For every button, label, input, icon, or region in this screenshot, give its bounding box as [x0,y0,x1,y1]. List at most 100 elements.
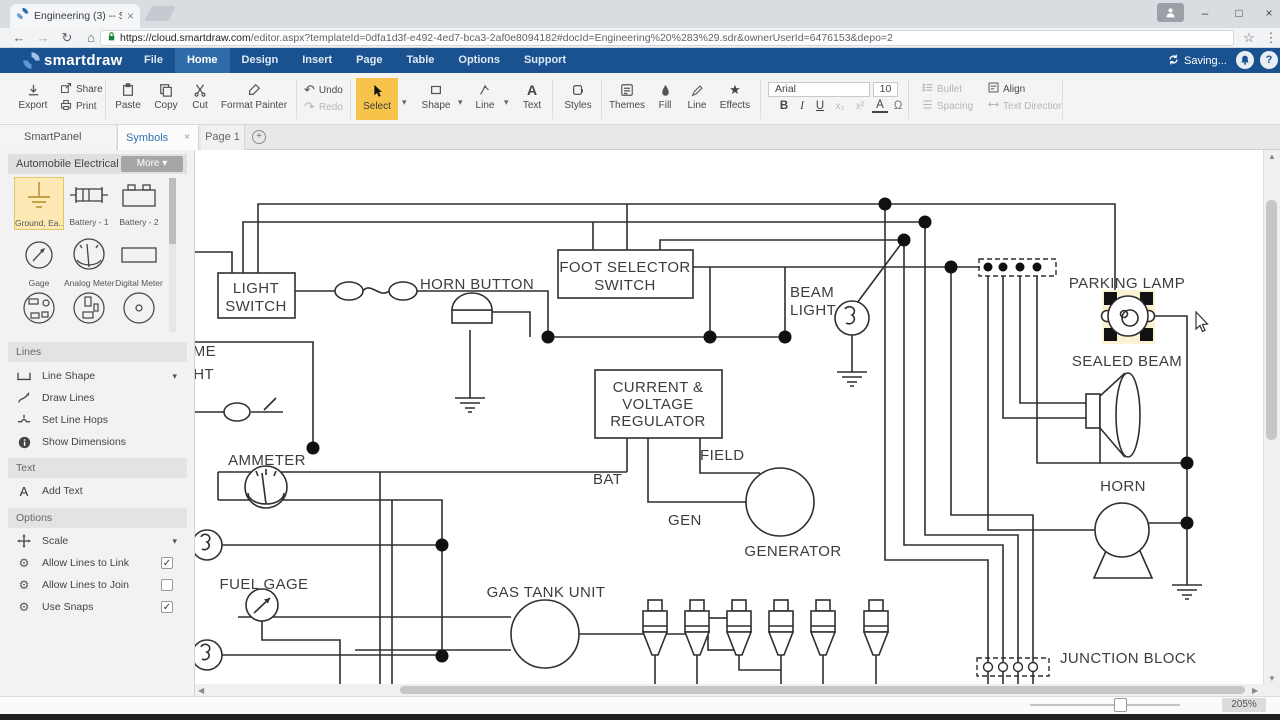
font-size-input[interactable]: 10 [873,82,898,97]
ground-symbol[interactable] [837,372,867,386]
label-gas-tank[interactable]: GAS TANK UNIT [487,584,606,601]
shape-fuel-gage[interactable] [246,589,278,621]
scale-dropdown-icon[interactable]: ▾ [172,536,177,547]
line-tool-button[interactable]: Line [468,80,502,111]
label-gen[interactable]: GEN [668,512,702,529]
tab-symbols-close-icon[interactable]: × [184,132,190,143]
label-ammeter[interactable]: AMMETER [228,452,306,469]
subscript-button[interactable]: x₂ [832,99,848,114]
label-junction-block[interactable]: JUNCTION BLOCK [1060,650,1196,667]
paste-button[interactable]: Paste [108,80,148,111]
checkbox-allow-lines-join[interactable] [161,579,173,591]
share-button[interactable]: Share [60,82,103,97]
ground-symbol[interactable] [1172,585,1202,599]
canvas-hscrollbar-thumb[interactable] [400,686,1245,694]
svg-text:REGULATOR[interactable]: REGULATOR [610,413,706,430]
cut-button[interactable]: Cut [184,80,216,111]
menu-home[interactable]: Home [175,48,230,73]
line-style-button[interactable]: Line [680,80,714,111]
avatar[interactable] [1157,3,1184,22]
bullet-button[interactable]: Bullet [922,82,962,96]
label-field[interactable]: FIELD [700,447,745,464]
shape-sealed-beam[interactable] [1086,373,1140,457]
font-color-button[interactable]: A [872,99,888,113]
italic-button[interactable]: I [794,99,810,114]
menu-options[interactable]: Options [446,48,512,73]
add-page-icon[interactable]: + [252,130,266,144]
back-icon[interactable]: ← [8,28,30,48]
undo-button[interactable]: ↶ Undo [304,82,343,98]
home-icon[interactable]: ⌂ [80,28,102,48]
symbol-scrollbar[interactable] [169,178,176,332]
panel-item-line-shape[interactable]: Line Shape ▾ [8,365,187,387]
panel-item-scale[interactable]: Scale ▾ [8,530,187,552]
symbol-battery-1[interactable]: Battery - 1 [64,179,114,227]
browser-tab[interactable]: Engineering (3) -- Smart × [10,4,140,28]
refresh-icon[interactable]: ↻ [56,28,78,48]
label-foot-selector[interactable]: FOOT SELECTOR [559,259,690,276]
underline-button[interactable]: U [812,99,828,114]
zoom-slider-handle[interactable] [1114,698,1127,712]
effects-button[interactable]: ★ Effects [714,80,756,111]
symbol-digital-meter[interactable]: Digital Meter [114,238,164,288]
redo-button[interactable]: ↷ Redo [304,99,343,115]
canvas-vscrollbar-thumb[interactable] [1266,200,1277,440]
text-direction-button[interactable]: Text Direction [988,99,1064,113]
svg-text:GHT[interactable]: GHT [195,366,214,383]
svg-text:LIGHT[interactable]: LIGHT [790,302,836,319]
copy-button[interactable]: Copy [148,80,184,111]
symbol-gage[interactable]: Gage [14,238,64,288]
label-fuel-gage[interactable]: FUEL GAGE [220,576,309,593]
label-light-switch[interactable]: LIGHT [233,280,279,297]
minimize-button[interactable]: – [1190,0,1220,26]
panel-item-draw-lines[interactable]: Draw Lines [8,387,187,409]
symbol-distributor-1[interactable] [14,290,64,331]
browser-menu-icon[interactable]: ⋮ [1260,28,1280,48]
export-button[interactable]: Export [10,80,56,111]
shape-dome-light-lamp[interactable] [195,403,250,670]
svg-text:VOLTAGE[interactable]: VOLTAGE [622,396,693,413]
symbol-battery-2[interactable]: Battery - 2 [114,179,164,227]
styles-button[interactable]: Styles [558,80,598,111]
format-painter-button[interactable]: Format Painter [216,80,292,111]
shape-parking-lamp-selected[interactable] [1102,290,1156,344]
maximize-button[interactable]: □ [1224,0,1254,26]
label-regulator[interactable]: CURRENT & [613,379,704,396]
shape-gas-tank[interactable] [511,600,579,668]
panel-item-set-line-hops[interactable]: Set Line Hops [8,409,187,431]
scroll-up-icon[interactable]: ▲ [1268,152,1276,161]
symbol-distributor-2[interactable] [64,290,114,331]
help-icon[interactable]: ? [1260,51,1278,69]
symbol-coil[interactable] [114,290,164,331]
font-name-input[interactable]: Arial [768,82,870,97]
shape-horn-button[interactable] [452,293,492,323]
shape-ammeter[interactable] [245,466,287,508]
menu-table[interactable]: Table [394,48,446,73]
checkbox-allow-lines-link[interactable]: ✓ [161,557,173,569]
address-bar[interactable]: https://cloud.smartdraw.com/editor.aspx?… [100,30,1234,46]
shape-horn[interactable] [1094,503,1152,578]
panel-item-add-text[interactable]: A Add Text [8,480,187,502]
label-horn-button[interactable]: HORN BUTTON [420,276,534,293]
tab-close-icon[interactable]: × [127,9,134,23]
symbol-analog-meter[interactable]: Analog Meter [64,236,114,288]
fill-button[interactable]: Fill [648,80,682,111]
shape-generator[interactable] [746,468,814,536]
spacing-button[interactable]: Spacing [922,99,973,113]
panel-item-show-dimensions[interactable]: Show Dimensions [8,431,187,453]
tab-smartpanel[interactable]: SmartPanel [0,125,116,150]
label-bat[interactable]: BAT [593,471,622,488]
print-button[interactable]: Print [60,99,97,114]
drawing-canvas[interactable]: LIGHT SWITCH HORN BUTTON FOOT SELECTOR S… [195,150,1263,684]
symbol-ground[interactable]: Ground, Ea... [14,177,64,230]
label-horn[interactable]: HORN [1100,478,1146,495]
menu-design[interactable]: Design [230,48,291,73]
more-symbols-button[interactable]: More ▾ [121,156,183,172]
notifications-bell-icon[interactable] [1236,51,1254,69]
themes-button[interactable]: Themes [606,80,648,111]
tab-symbols[interactable]: Symbols × [117,125,199,150]
bold-button[interactable]: B [776,99,792,114]
align-button[interactable]: Align [988,82,1025,96]
symbol-button[interactable]: Ω [890,99,906,114]
tab-page-1[interactable]: Page 1 [201,125,245,150]
